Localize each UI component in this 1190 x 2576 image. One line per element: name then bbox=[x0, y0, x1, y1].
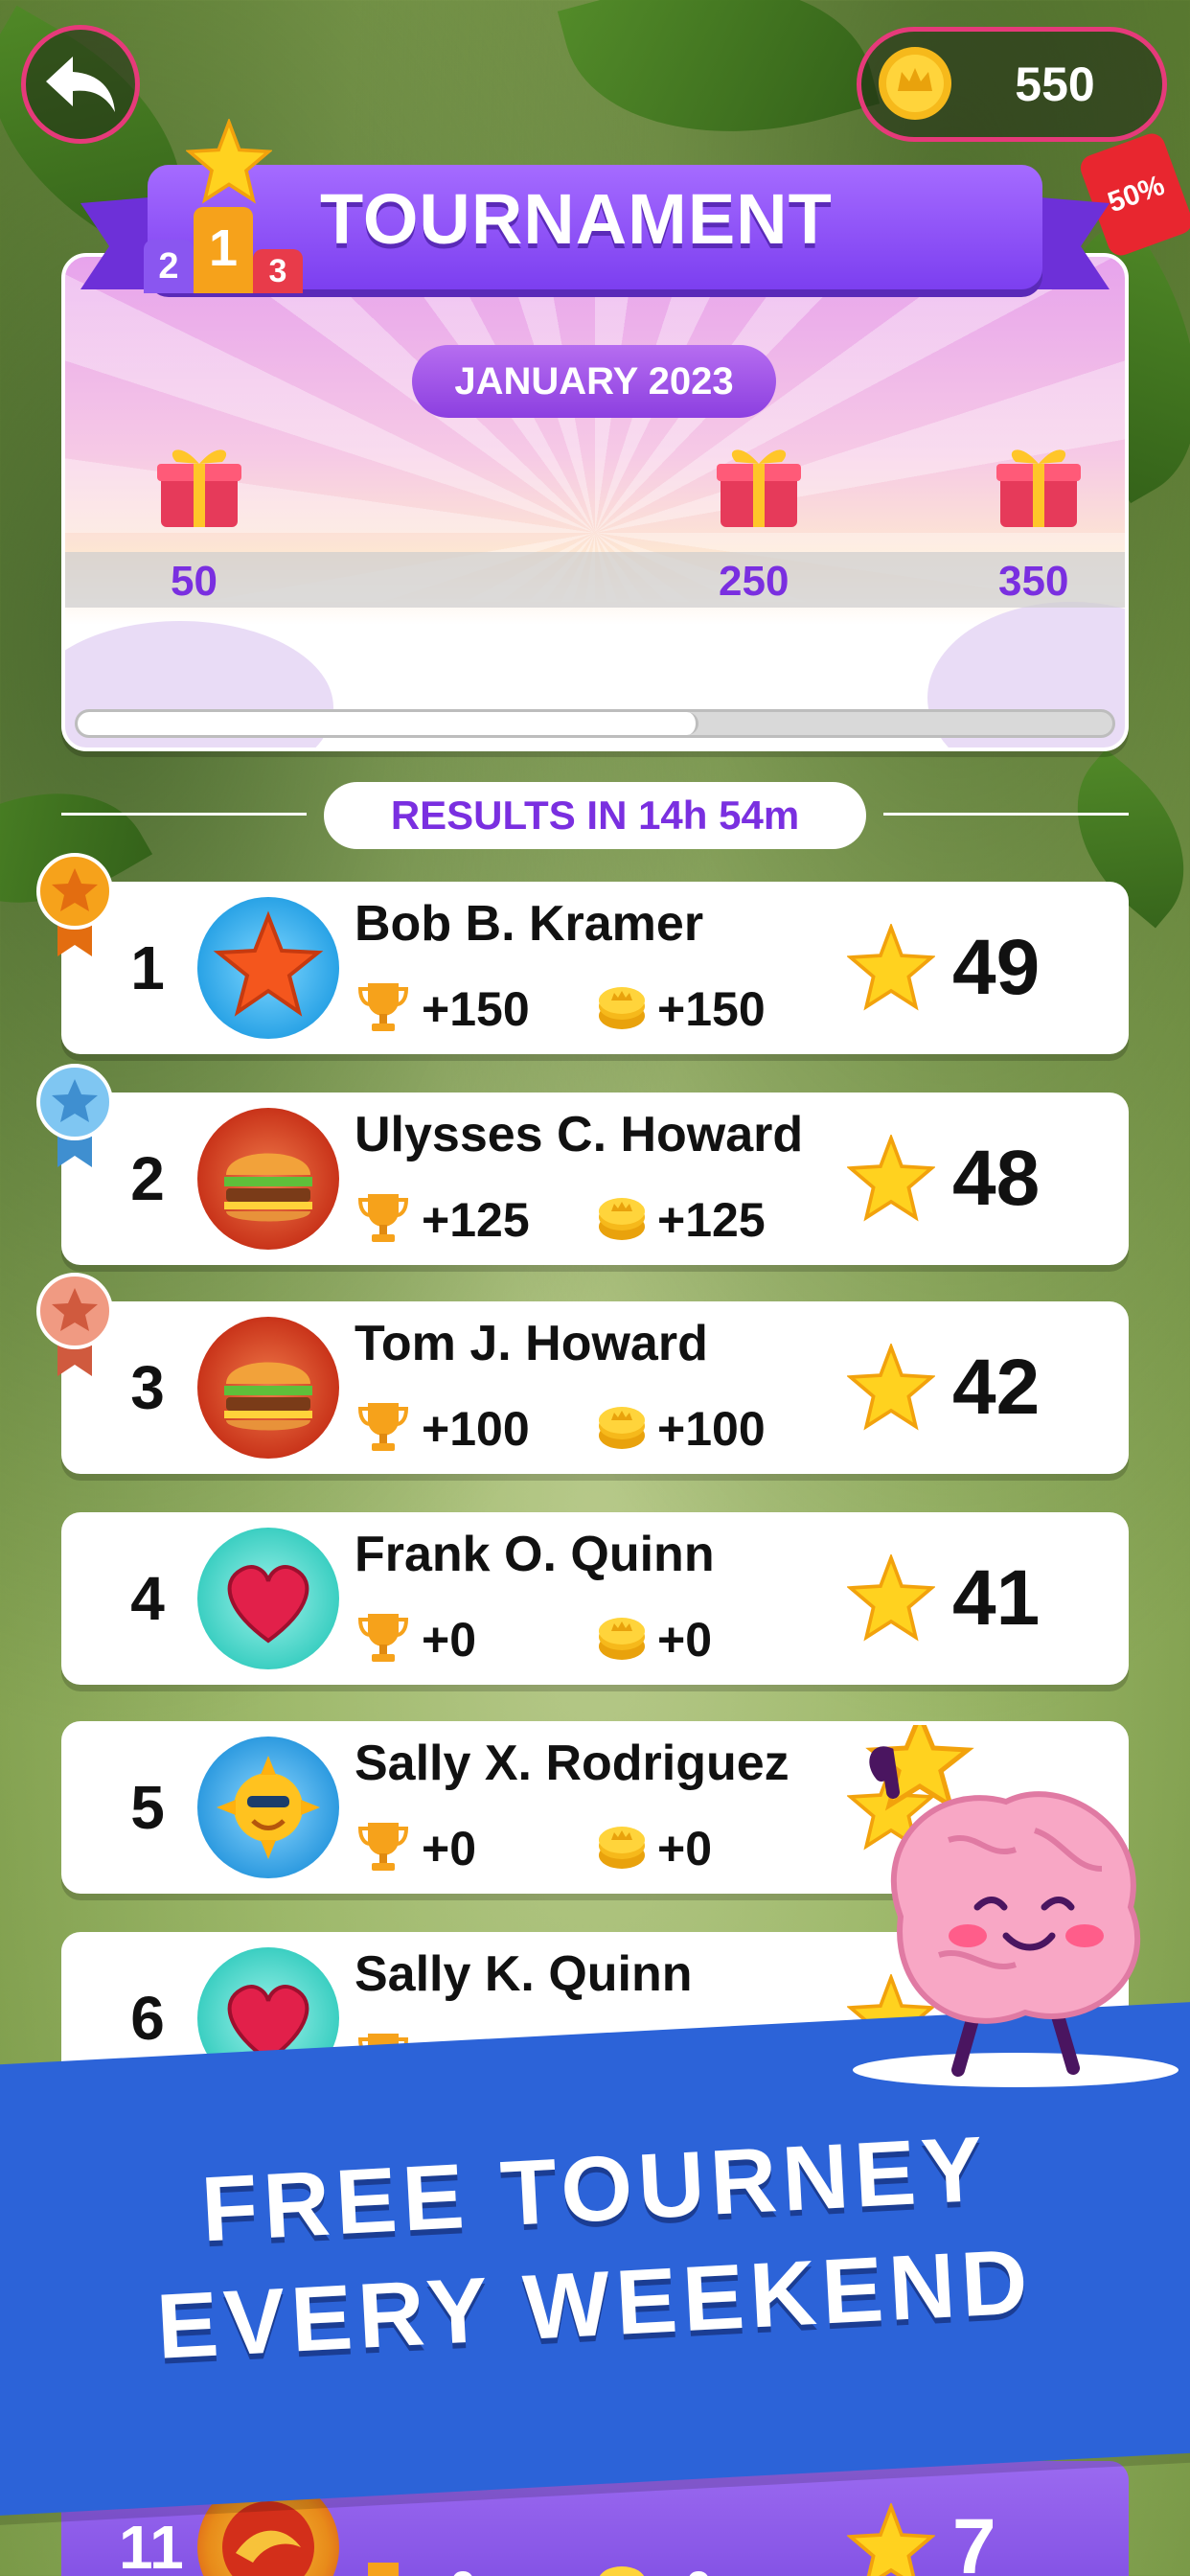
star-icon bbox=[847, 2503, 935, 2576]
burger-avatar-icon bbox=[224, 1153, 312, 1222]
rank-number: 4 bbox=[130, 1564, 165, 1633]
trophy-icon bbox=[357, 1194, 409, 1242]
divider bbox=[883, 813, 1129, 816]
burger-avatar-icon bbox=[224, 1362, 312, 1431]
coin-icon bbox=[879, 47, 951, 120]
rank-number: 3 bbox=[130, 1353, 165, 1422]
score: 48 bbox=[952, 1135, 1041, 1222]
back-button[interactable] bbox=[21, 25, 140, 144]
gold-medal-icon bbox=[36, 853, 113, 956]
reward-value: 350 bbox=[998, 558, 1069, 605]
back-arrow-icon bbox=[46, 57, 115, 112]
avatar bbox=[197, 1528, 339, 1669]
trophy-icon bbox=[357, 1614, 409, 1662]
coin-reward: +0 bbox=[657, 1613, 713, 1667]
leaderboard-row[interactable]: 4 Frank O. Quinn +0 +0 41 bbox=[61, 1512, 1129, 1685]
background-leaf bbox=[557, 0, 881, 178]
starfish-avatar-icon bbox=[213, 910, 324, 1017]
coin-icon bbox=[599, 1827, 645, 1869]
bronze-medal-icon bbox=[36, 1273, 113, 1376]
coin-icon bbox=[599, 1198, 645, 1240]
player-name: Frank O. Quinn bbox=[355, 1527, 715, 1582]
coin-reward: +0 bbox=[657, 2561, 712, 2576]
coin-reward: +0 bbox=[657, 1822, 713, 1875]
trophy-reward: +0 bbox=[422, 1822, 477, 1875]
score: 42 bbox=[952, 1344, 1041, 1431]
leaderboard-row[interactable]: 1 Bob B. Kramer +150 +150 49 bbox=[61, 882, 1129, 1054]
trophy-reward: +100 bbox=[422, 1402, 530, 1456]
rank-number: 1 bbox=[130, 933, 165, 1002]
leaderboard-row[interactable]: 2 Ulysses C. Howard +125 +125 48 bbox=[61, 1092, 1129, 1265]
avatar bbox=[197, 1317, 339, 1459]
brain-mascot bbox=[853, 1725, 1179, 2087]
coin-reward: +150 bbox=[657, 982, 766, 1036]
player-name: Ulysses C. Howard bbox=[355, 1107, 804, 1162]
tournament-progress-bar bbox=[75, 709, 1115, 738]
silver-medal-icon bbox=[36, 1064, 113, 1167]
heart-avatar-icon bbox=[227, 1565, 309, 1644]
podium-second: 2 bbox=[144, 240, 194, 293]
sunburst-rays bbox=[65, 257, 1125, 602]
podium-icon: 2 1 3 bbox=[144, 207, 307, 293]
score: 49 bbox=[952, 924, 1041, 1011]
player-name: Sally K. Quinn bbox=[355, 1946, 693, 2002]
star-icon bbox=[847, 924, 935, 1011]
trophy-icon bbox=[368, 2563, 399, 2576]
podium-first: 1 bbox=[194, 207, 253, 293]
trophy-reward: +125 bbox=[422, 1193, 530, 1247]
gift-icon[interactable] bbox=[711, 437, 807, 533]
gift-icon[interactable] bbox=[151, 437, 247, 533]
coin-balance-value: 550 bbox=[1015, 58, 1095, 111]
sun-avatar-icon bbox=[217, 1756, 320, 1859]
leaderboard-row[interactable]: 3 Tom J. Howard +100 +100 42 bbox=[61, 1301, 1129, 1474]
avatar bbox=[197, 1736, 339, 1878]
star-icon bbox=[847, 1554, 935, 1642]
reward-value: 50 bbox=[171, 558, 217, 605]
avatar bbox=[197, 1108, 339, 1250]
player-name: Sally X. Rodriguez bbox=[355, 1736, 790, 1791]
trophy-icon bbox=[357, 1823, 409, 1871]
trophy-icon bbox=[357, 1403, 409, 1451]
trophy-reward: +150 bbox=[422, 982, 530, 1036]
reward-value: 250 bbox=[719, 558, 790, 605]
results-countdown: RESULTS IN 14h 54m bbox=[324, 782, 866, 849]
progress-fill bbox=[78, 712, 698, 735]
trophy-reward: +0 bbox=[422, 1613, 477, 1667]
rank-number: 5 bbox=[130, 1773, 165, 1842]
star-icon bbox=[847, 1135, 935, 1222]
coin-balance[interactable]: 550 bbox=[857, 27, 1167, 142]
star-icon bbox=[847, 1344, 935, 1431]
coin-icon bbox=[599, 1618, 645, 1660]
score: 7 bbox=[952, 2503, 996, 2576]
player-name: Tom J. Howard bbox=[355, 1316, 708, 1371]
month-label: JANUARY 2023 bbox=[412, 345, 776, 418]
page-title: TOURNAMENT bbox=[320, 179, 833, 259]
avatar bbox=[197, 897, 339, 1039]
rank-number: 2 bbox=[130, 1144, 165, 1213]
trophy-reward: +0 bbox=[422, 2561, 476, 2576]
coin-icon bbox=[600, 2566, 644, 2576]
coin-reward: +100 bbox=[657, 1402, 766, 1456]
score: 41 bbox=[952, 1554, 1041, 1642]
reward-band bbox=[65, 552, 1125, 608]
coin-reward: +125 bbox=[657, 1193, 766, 1247]
trophy-icon bbox=[357, 983, 409, 1031]
coin-icon bbox=[599, 1407, 645, 1449]
star-icon bbox=[186, 119, 272, 204]
coin-icon bbox=[599, 987, 645, 1029]
gift-icon[interactable] bbox=[991, 437, 1087, 533]
player-name: Bob B. Kramer bbox=[355, 896, 704, 952]
divider bbox=[61, 813, 307, 816]
podium-third: 3 bbox=[253, 249, 303, 293]
